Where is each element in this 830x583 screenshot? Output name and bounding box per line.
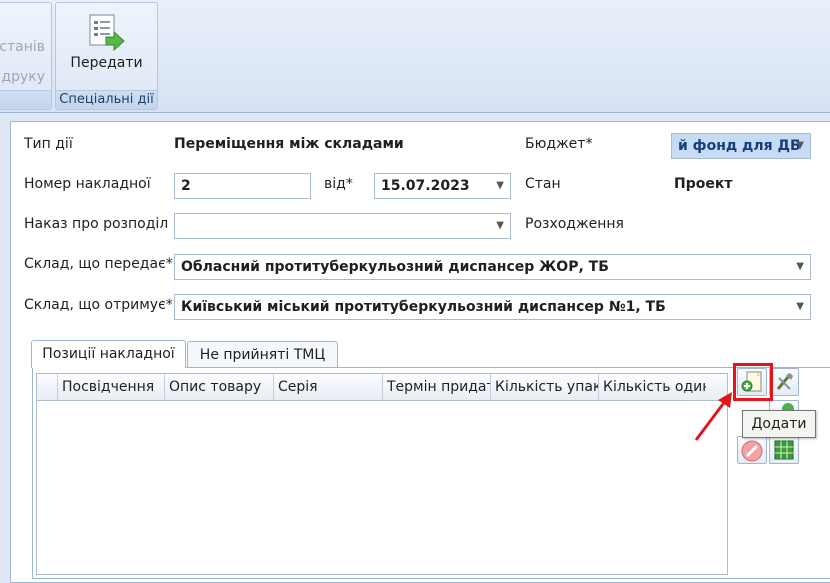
warehouse-from-label: Склад, що передає* [24, 256, 173, 272]
pointer-arrow [694, 392, 732, 441]
state-label: Стан [525, 176, 561, 192]
distribution-order-label: Наказ про розподіл [24, 216, 169, 232]
column-header[interactable]: Опис товару [164, 374, 273, 400]
edit-tools-button[interactable] [769, 368, 799, 396]
chevron-down-icon[interactable]: ▼ [796, 134, 804, 158]
date-value: 15.07.2023 [381, 178, 470, 194]
column-header[interactable]: Посвідчення [57, 374, 164, 400]
chevron-down-icon[interactable]: ▼ [496, 214, 504, 238]
tools-icon [776, 373, 793, 390]
grid-header: Посвідчення Опис товару Серія Термін при… [37, 374, 727, 401]
budget-select[interactable]: й фонд для ДБ ▼ [671, 133, 811, 159]
send-document-icon [89, 14, 125, 52]
invoice-number-input[interactable]: 2 [174, 173, 311, 199]
chevron-down-icon[interactable]: ▼ [796, 295, 804, 319]
send-button[interactable]: Передати [56, 3, 157, 89]
date-from-label: від* [324, 176, 353, 192]
tab-not-accepted[interactable]: Не прийняті ТМЦ [187, 341, 338, 367]
invoice-number-value: 2 [181, 178, 191, 194]
invoice-number-label: Номер накладної [24, 176, 151, 192]
warehouse-to-select[interactable]: Київський міський протитуберкульозний ди… [174, 294, 811, 320]
ribbon-item-states[interactable]: станів [0, 39, 45, 55]
warehouse-from-select[interactable]: Обласний протитуберкульозний диспансер Ж… [174, 254, 811, 280]
ribbon-group-footer [0, 90, 51, 109]
grid-header-indicator [37, 374, 57, 400]
action-type-value: Переміщення між складами [174, 136, 404, 152]
ribbon-item-print[interactable]: друку [1, 69, 45, 85]
action-type-label: Тип дії [24, 136, 73, 152]
ribbon-group-special-actions: Передати Спеціальні дії [55, 2, 158, 110]
chevron-down-icon[interactable]: ▼ [496, 174, 504, 198]
send-button-label: Передати [70, 55, 143, 71]
table-icon [774, 440, 794, 460]
tab-invoice-items[interactable]: Позиції накладної [31, 340, 186, 368]
budget-label: Бюджет* [525, 136, 593, 152]
ribbon-group-label: Спеціальні дії [56, 90, 157, 109]
ribbon: станів друку Передати Спеціальні дії [0, 0, 830, 113]
warehouse-to-value: Київський міський протитуберкульозний ди… [181, 299, 666, 315]
date-picker[interactable]: 15.07.2023 ▼ [374, 173, 511, 199]
state-value: Проект [674, 176, 733, 192]
column-header[interactable]: Серія [273, 374, 382, 400]
warehouse-to-label: Склад, що отримує* [24, 297, 173, 313]
divergence-label: Розходження [525, 216, 624, 232]
ribbon-group-print: станів друку [0, 2, 52, 110]
distribution-order-select[interactable]: ▼ [174, 213, 511, 239]
tooltip: Додати [742, 410, 816, 438]
column-header[interactable]: Термін придат [382, 374, 490, 400]
delete-icon [741, 440, 763, 462]
warehouse-from-value: Обласний протитуберкульозний диспансер Ж… [181, 259, 609, 275]
table-button[interactable] [769, 436, 799, 464]
delete-button[interactable] [737, 436, 767, 464]
budget-value: й фонд для ДБ [678, 138, 801, 154]
items-grid[interactable]: Посвідчення Опис товару Серія Термін при… [36, 373, 728, 575]
column-header[interactable]: Кількість упак [490, 374, 598, 400]
chevron-down-icon[interactable]: ▼ [796, 255, 804, 279]
